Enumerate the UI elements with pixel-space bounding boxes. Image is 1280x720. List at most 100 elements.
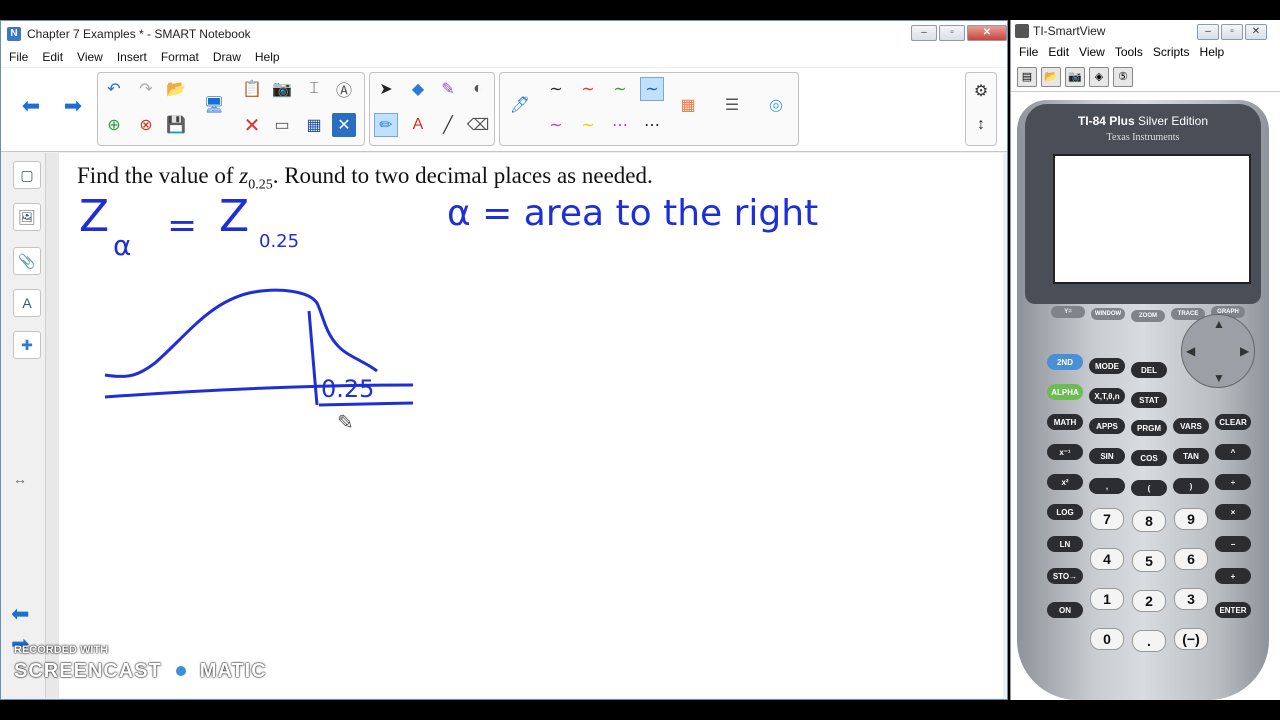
arrow-right-icon[interactable]: ▶: [1240, 344, 1249, 358]
smartview-minimize-button[interactable]: –: [1197, 24, 1219, 40]
key-decimal[interactable]: .: [1132, 630, 1166, 652]
key-apps[interactable]: APPS: [1089, 418, 1125, 434]
magenta-pen-swatch-icon[interactable]: ∼: [544, 113, 568, 137]
sv-menu-tools[interactable]: Tools: [1115, 45, 1143, 59]
key-clear[interactable]: CLEAR: [1215, 414, 1251, 430]
move-toolbar-icon[interactable]: ↕: [969, 113, 993, 137]
key-ln[interactable]: LN: [1047, 536, 1083, 552]
key-square[interactable]: x²: [1047, 474, 1083, 490]
menu-draw[interactable]: Draw: [213, 50, 241, 64]
open-file-icon[interactable]: 📂: [1041, 66, 1061, 87]
key-7[interactable]: 7: [1090, 508, 1124, 530]
menu-insert[interactable]: Insert: [117, 50, 147, 64]
delete-page-icon[interactable]: ⊗: [134, 113, 158, 137]
key-log[interactable]: LOG: [1047, 504, 1083, 520]
previous-page-icon[interactable]: ⬅: [19, 93, 43, 118]
key-window[interactable]: WINDOW: [1091, 308, 1125, 320]
blue-pen-swatch-icon[interactable]: ∼: [640, 77, 664, 101]
key-1[interactable]: 1: [1090, 588, 1124, 610]
eraser-icon[interactable]: ⌫: [466, 113, 490, 137]
key-tan[interactable]: TAN: [1173, 448, 1209, 464]
key-enter[interactable]: ENTER: [1215, 602, 1251, 618]
key-4[interactable]: 4: [1090, 548, 1124, 570]
key-negative[interactable]: (−): [1174, 628, 1208, 650]
screen-capture-icon[interactable]: 📷: [270, 77, 294, 101]
undo-icon[interactable]: ↶: [102, 77, 126, 101]
key-alpha[interactable]: ALPHA: [1047, 384, 1083, 400]
shapes-icon[interactable]: ◆: [406, 77, 430, 101]
key-comma[interactable]: ,: [1089, 478, 1125, 494]
key-divide[interactable]: ÷: [1215, 474, 1251, 490]
arrow-left-icon[interactable]: ◀: [1186, 344, 1195, 358]
color-palette-icon[interactable]: ▦: [676, 93, 700, 117]
key-xton[interactable]: X,T,θ,n: [1089, 388, 1125, 404]
arrow-down-icon[interactable]: ▼: [1213, 371, 1225, 385]
paste-icon[interactable]: 📋: [240, 77, 264, 101]
text-recognition-icon[interactable]: Ⓐ: [332, 77, 356, 101]
key-3[interactable]: 3: [1174, 588, 1208, 610]
green-pen-swatch-icon[interactable]: ∼: [608, 77, 632, 101]
line-tool-icon[interactable]: ╱: [436, 113, 460, 137]
key-cos[interactable]: COS: [1131, 450, 1167, 466]
key-on[interactable]: ON: [1047, 602, 1083, 618]
sv-menu-file[interactable]: File: [1019, 45, 1038, 59]
table-icon[interactable]: ▦: [302, 113, 326, 137]
key-sto[interactable]: STO→: [1047, 568, 1083, 584]
key-0[interactable]: 0: [1090, 628, 1124, 650]
pen-tool-icon[interactable]: ✏: [374, 113, 398, 137]
resize-sidebar-icon[interactable]: ↔: [13, 471, 27, 487]
key-plus[interactable]: +: [1215, 568, 1251, 584]
line-style-icon[interactable]: ☰: [720, 93, 744, 117]
menu-format[interactable]: Format: [161, 50, 199, 64]
capture-screen-icon[interactable]: 📷: [1065, 66, 1085, 87]
key-del[interactable]: DEL: [1131, 362, 1167, 378]
menu-view[interactable]: View: [77, 50, 103, 64]
key-2nd[interactable]: 2ND: [1047, 354, 1083, 370]
gallery-icon[interactable]: 🖼: [13, 203, 41, 231]
new-document-icon[interactable]: ▤: [1017, 66, 1037, 87]
key-minus[interactable]: −: [1215, 536, 1251, 552]
key-sin[interactable]: SIN: [1089, 448, 1125, 464]
menu-help[interactable]: Help: [255, 50, 280, 64]
key-power[interactable]: ^: [1215, 444, 1251, 460]
sv-menu-edit[interactable]: Edit: [1048, 45, 1069, 59]
menu-file[interactable]: File: [9, 50, 28, 64]
key-2[interactable]: 2: [1132, 590, 1166, 612]
key-math[interactable]: MATH: [1047, 414, 1083, 430]
key-multiply[interactable]: ×: [1215, 504, 1251, 520]
key-inverse[interactable]: x⁻¹: [1047, 444, 1083, 460]
sv-menu-view[interactable]: View: [1079, 45, 1105, 59]
properties-icon[interactable]: A: [13, 289, 41, 317]
delete-icon[interactable]: ✕: [240, 113, 264, 137]
page-sorter-icon[interactable]: ▢: [13, 161, 41, 189]
key-6[interactable]: 6: [1174, 548, 1208, 570]
smartview-close-button[interactable]: ✕: [1245, 24, 1267, 40]
key-5[interactable]: 5: [1132, 550, 1166, 572]
open-folder-icon[interactable]: 📂: [164, 77, 188, 101]
sidebar-divider[interactable]: [45, 153, 59, 698]
next-page-icon[interactable]: ➡: [61, 93, 85, 118]
attachments-icon[interactable]: 📎: [13, 247, 41, 275]
sidebar-back-icon[interactable]: ⬅: [11, 601, 29, 627]
key-8[interactable]: 8: [1132, 510, 1166, 532]
key-history-icon[interactable]: ⑤: [1113, 66, 1133, 87]
maximize-button[interactable]: ▫: [939, 25, 965, 41]
dashed-pen-swatch-icon[interactable]: ⋯: [608, 113, 632, 137]
key-mode[interactable]: MODE: [1089, 358, 1125, 374]
yellow-pen-swatch-icon[interactable]: ∼: [576, 113, 600, 137]
key-open-paren[interactable]: (: [1131, 480, 1167, 496]
pen-properties-icon[interactable]: 🖊: [508, 93, 532, 117]
black-pen-swatch-icon[interactable]: ∼: [544, 77, 568, 101]
display-screen-icon[interactable]: 🖥: [202, 93, 226, 117]
save-icon[interactable]: 💾: [164, 113, 188, 137]
smartview-maximize-button[interactable]: ▫: [1221, 24, 1243, 40]
magic-pen-icon[interactable]: ✎: [436, 77, 460, 101]
red-pen-swatch-icon[interactable]: ∼: [576, 77, 600, 101]
gear-icon[interactable]: ⚙: [969, 79, 993, 103]
minimize-button[interactable]: –: [911, 25, 937, 41]
emulator-state-icon[interactable]: ◈: [1089, 66, 1109, 87]
select-arrow-icon[interactable]: ➤: [374, 77, 398, 101]
redo-icon[interactable]: ↷: [134, 77, 158, 101]
fill-icon[interactable]: ◐: [466, 77, 490, 101]
dotted-pen-swatch-icon[interactable]: ⋯: [640, 113, 664, 137]
